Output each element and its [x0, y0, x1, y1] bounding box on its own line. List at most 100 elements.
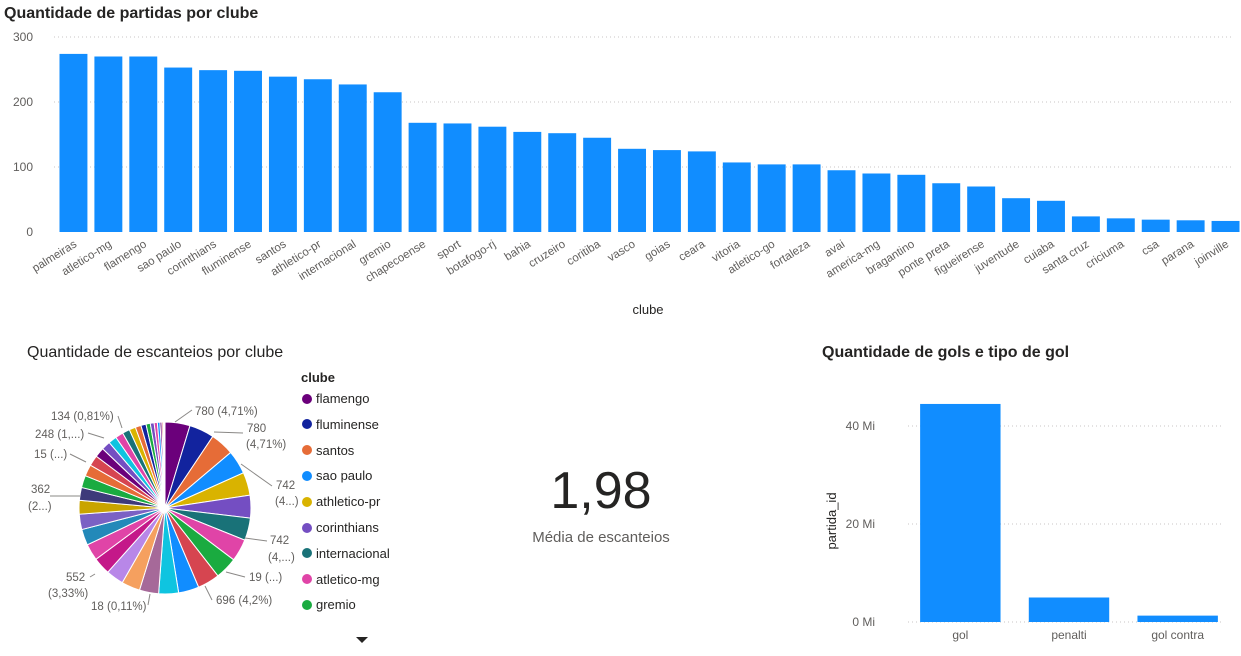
bottom-chart-ylabel: partida_id — [824, 492, 839, 549]
pie-label-4b: (4,...) — [268, 552, 295, 564]
bottom-bar-chart[interactable]: 40 Mi 20 Mi 0 Mi gol penalti gol contra part… — [820, 366, 1240, 656]
bar-parana[interactable] — [1176, 220, 1205, 232]
legend-item-label: atletico-mg — [316, 571, 380, 587]
bar-csa[interactable] — [1141, 219, 1170, 232]
top-x-label: joinville — [1192, 238, 1231, 269]
pie-leader-line — [87, 432, 105, 439]
legend-item-label: santos — [316, 442, 355, 458]
bar-sao-paulo[interactable] — [164, 67, 193, 232]
bar-fortaleza[interactable] — [792, 164, 821, 232]
top-y-tick: 300 — [13, 30, 33, 44]
legend-scroll-down-icon[interactable] — [356, 637, 368, 643]
pie-label-12: 134 (0,81%) — [51, 411, 114, 423]
top-x-label: chapecoense — [364, 238, 428, 284]
legend-item-label: internacional — [316, 545, 390, 561]
pie-label-7: 18 (0,11%) — [91, 601, 147, 613]
bottom-x-label: gol contra — [1151, 628, 1204, 642]
legend-item-internacional[interactable]: internacional — [302, 546, 390, 561]
bar-ceara[interactable] — [687, 151, 716, 232]
bar-atletico-mg[interactable] — [94, 56, 123, 233]
bar-gol-contra[interactable] — [1137, 615, 1218, 622]
top-x-label: goias — [643, 238, 673, 263]
bottom-x-label: gol — [952, 628, 968, 642]
bar-flamengo[interactable] — [129, 56, 158, 233]
legend-item-corinthians[interactable]: corinthians — [302, 520, 379, 535]
legend-item-label: flamengo — [316, 391, 370, 406]
legend-item-fluminense[interactable]: fluminense — [302, 417, 379, 432]
bar-goias[interactable] — [652, 150, 681, 232]
pie-label-2b: (4,71%) — [246, 439, 286, 451]
legend-item-atletico-mg[interactable]: atletico-mg — [302, 572, 380, 587]
bar-bahia[interactable] — [513, 131, 542, 232]
legend-dot-icon — [302, 393, 312, 404]
bar-gremio[interactable] — [373, 92, 402, 232]
bar-criciuma[interactable] — [1106, 218, 1135, 232]
bottom-y-tick: 0 Mi — [852, 615, 875, 629]
bar-cuiaba[interactable] — [1037, 200, 1065, 232]
bar-botafogo-rj[interactable] — [478, 126, 507, 232]
pie-label-5: 19 (...) — [249, 572, 282, 584]
pie-chart-title: Quantidade de escanteios por clube — [27, 344, 284, 361]
top-x-label: avai — [823, 238, 847, 259]
pie-label-10: 15 (...) — [34, 449, 67, 461]
legend-item-label: athletico-pr — [316, 494, 381, 510]
bar-internacional[interactable] — [338, 84, 367, 232]
bar-joinville[interactable] — [1211, 220, 1240, 232]
top-y-tick: 200 — [13, 95, 33, 109]
bar-vasco[interactable] — [618, 148, 647, 232]
bar-ponte-preta[interactable] — [932, 183, 961, 232]
bar-santa-cruz[interactable] — [1071, 216, 1100, 232]
bottom-x-label: penalti — [1051, 628, 1086, 642]
bar-avai[interactable] — [827, 170, 856, 232]
bar-athletico-pr[interactable] — [303, 79, 332, 232]
pie-label-1: 780 (4,71%) — [195, 406, 258, 418]
legend-item-athletico-pr[interactable]: athletico-pr — [302, 494, 380, 509]
bar-vitoria[interactable] — [722, 162, 751, 232]
legend-item-santos[interactable]: santos — [302, 443, 354, 458]
bar-penalti[interactable] — [1028, 597, 1110, 623]
legend-item-label: gremio — [316, 597, 356, 613]
legend-dot-icon — [302, 599, 312, 610]
bar-palmeiras[interactable] — [59, 53, 88, 233]
pie-label-9a: 362 — [31, 484, 50, 496]
bar-santos[interactable] — [268, 76, 297, 233]
bar-sport[interactable] — [443, 123, 472, 232]
bar-juventude[interactable] — [1002, 198, 1031, 232]
legend-item-sao-paulo[interactable]: sao paulo — [302, 468, 372, 483]
top-bar-chart[interactable]: 3002001000 palmeirasatletico-mgflamengos… — [0, 0, 1241, 320]
bar-atletico-go[interactable] — [757, 164, 786, 232]
bar-fluminense[interactable] — [234, 70, 262, 232]
pie-label-9b: (2...) — [28, 501, 52, 513]
bar-gol[interactable] — [920, 403, 1001, 622]
bar-figueirense[interactable] — [967, 186, 996, 233]
bar-bragantino[interactable] — [897, 174, 926, 232]
pie-leader-line — [244, 537, 268, 542]
legend-dot-icon — [302, 548, 312, 559]
top-chart-xlabel: clube — [632, 302, 663, 317]
top-x-label: ceara — [677, 238, 708, 264]
legend-item-label: corinthians — [316, 520, 379, 535]
top-y-tick: 100 — [13, 160, 33, 174]
pie-label-2a: 780 — [247, 423, 266, 435]
bar-chapecoense[interactable] — [408, 122, 437, 232]
bar-cruzeiro[interactable] — [548, 133, 577, 232]
pie-legend-title: clube — [301, 370, 335, 385]
bar-coritiba[interactable] — [583, 137, 612, 232]
pie-label-11: 248 (1,...) — [35, 429, 84, 441]
legend-dot-icon — [302, 574, 312, 585]
pie-leader-line — [117, 415, 123, 429]
bar-america-mg[interactable] — [862, 173, 891, 233]
top-x-label: fortaleza — [768, 238, 812, 272]
pie-leader-line — [174, 409, 193, 423]
legend-dot-icon — [302, 470, 312, 481]
legend-item-flamengo[interactable]: flamengo — [302, 391, 369, 406]
kpi-label: Média de escanteios — [532, 529, 670, 546]
legend-item-gremio[interactable]: gremio — [302, 597, 356, 612]
pie-leader-line — [147, 593, 151, 606]
bottom-y-tick: 40 Mi — [846, 419, 875, 433]
pie-label-4a: 742 — [270, 535, 289, 547]
legend-dot-icon — [302, 419, 312, 430]
bar-corinthians[interactable] — [199, 70, 228, 233]
pie-chart[interactable]: 780 (4,71%) 780 (4,71%) 742 (4...) 742 (… — [0, 376, 300, 656]
pie-label-8b: (3,33%) — [48, 588, 88, 600]
